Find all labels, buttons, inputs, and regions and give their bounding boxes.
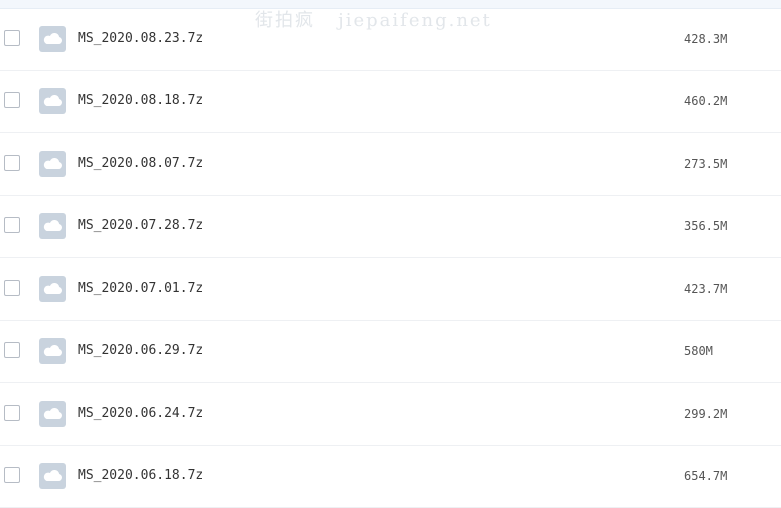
file-size: 299.2M <box>684 406 727 422</box>
file-row[interactable]: MS_2020.08.23.7z 428.3M <box>0 8 781 71</box>
file-size: 460.2M <box>684 93 727 109</box>
archive-cloud-icon <box>39 276 66 302</box>
archive-cloud-icon <box>39 401 66 427</box>
file-size: 580M <box>684 343 713 359</box>
row-checkbox[interactable] <box>4 155 20 171</box>
row-checkbox[interactable] <box>4 30 20 46</box>
row-checkbox[interactable] <box>4 280 20 296</box>
archive-cloud-icon <box>39 463 66 489</box>
archive-cloud-icon <box>39 213 66 239</box>
row-checkbox[interactable] <box>4 217 20 233</box>
file-name[interactable]: MS_2020.08.23.7z <box>78 31 203 47</box>
file-size: 654.7M <box>684 468 727 484</box>
row-checkbox[interactable] <box>4 467 20 483</box>
file-name[interactable]: MS_2020.07.01.7z <box>78 281 203 297</box>
file-size: 273.5M <box>684 156 727 172</box>
file-name[interactable]: MS_2020.08.07.7z <box>78 156 203 172</box>
archive-cloud-icon <box>39 88 66 114</box>
file-row[interactable]: MS_2020.06.29.7z 580M <box>0 321 781 384</box>
file-list: MS_2020.08.23.7z 428.3M MS_2020.08.18.7z… <box>0 8 781 508</box>
row-checkbox[interactable] <box>4 92 20 108</box>
file-name[interactable]: MS_2020.06.18.7z <box>78 468 203 484</box>
file-size: 356.5M <box>684 218 727 234</box>
file-name[interactable]: MS_2020.08.18.7z <box>78 93 203 109</box>
file-row[interactable]: MS_2020.07.01.7z 423.7M <box>0 258 781 321</box>
file-row[interactable]: MS_2020.06.18.7z 654.7M <box>0 446 781 508</box>
file-name[interactable]: MS_2020.07.28.7z <box>78 218 203 234</box>
row-checkbox[interactable] <box>4 405 20 421</box>
file-row[interactable]: MS_2020.07.28.7z 356.5M <box>0 196 781 259</box>
row-checkbox[interactable] <box>4 342 20 358</box>
archive-cloud-icon <box>39 151 66 177</box>
file-row[interactable]: MS_2020.08.18.7z 460.2M <box>0 71 781 134</box>
file-name[interactable]: MS_2020.06.29.7z <box>78 343 203 359</box>
file-row[interactable]: MS_2020.06.24.7z 299.2M <box>0 383 781 446</box>
file-row[interactable]: MS_2020.08.07.7z 273.5M <box>0 133 781 196</box>
file-size: 428.3M <box>684 31 727 47</box>
file-size: 423.7M <box>684 281 727 297</box>
file-name[interactable]: MS_2020.06.24.7z <box>78 406 203 422</box>
archive-cloud-icon <box>39 26 66 52</box>
archive-cloud-icon <box>39 338 66 364</box>
